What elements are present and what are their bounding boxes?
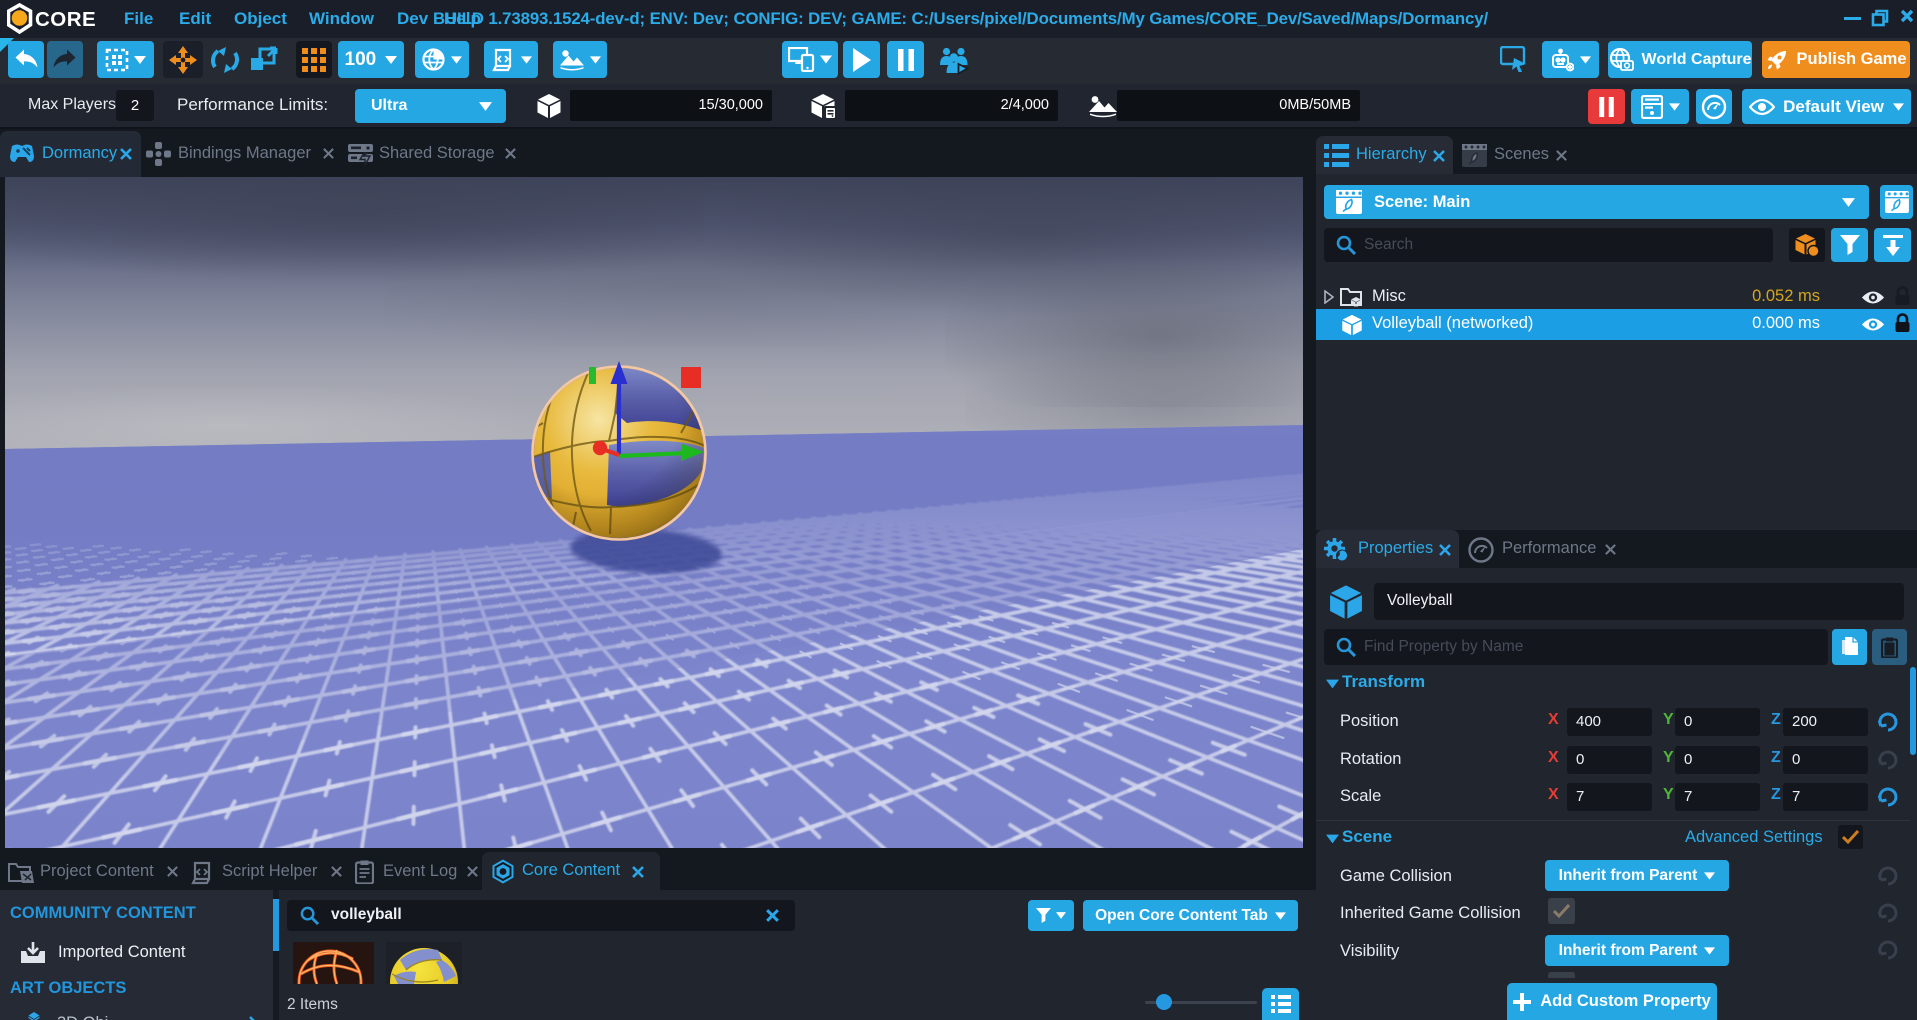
svg-text:CORE: CORE <box>35 8 96 31</box>
